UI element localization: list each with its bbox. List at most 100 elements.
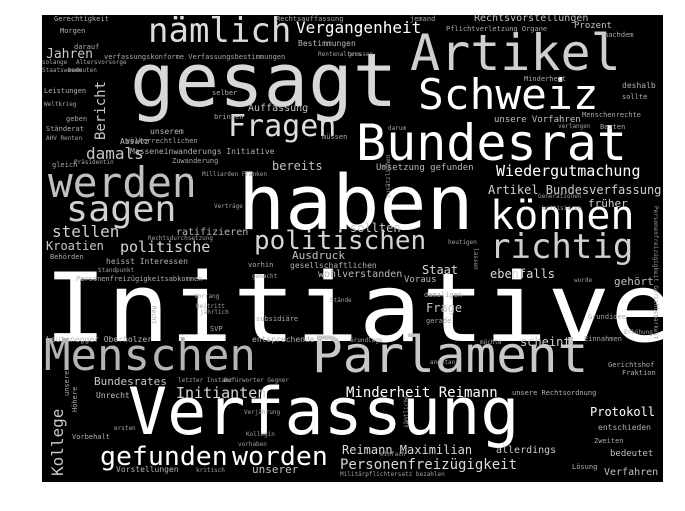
- cloud-word: allerdings: [496, 445, 557, 456]
- cloud-word: Schweiz: [418, 70, 599, 119]
- cloud-word: damaligen: [424, 291, 462, 299]
- cloud-word: möchte: [480, 339, 502, 346]
- cloud-word: unserer: [252, 463, 299, 476]
- cloud-word: Altersvorsorge: [76, 59, 127, 66]
- cloud-word: richtig: [490, 227, 634, 267]
- cloud-word: Milliarden Franken: [202, 171, 268, 178]
- cloud-word: bedeuten: [68, 67, 97, 74]
- cloud-word: grossen: [348, 51, 374, 58]
- cloud-word: geben: [66, 115, 88, 123]
- cloud-word: Prozent: [574, 21, 612, 31]
- cloud-word: Leutenegger Oberholzer: [46, 335, 152, 344]
- cloud-word: Auffassung: [248, 103, 309, 114]
- cloud-word: müssen: [322, 133, 348, 141]
- cloud-word: Personenfreizügigkeitsabkommen: [76, 275, 203, 283]
- cloud-word: Generationen: [538, 193, 582, 200]
- cloud-word: Fraktion: [622, 369, 656, 377]
- cloud-word: gerade: [426, 317, 452, 325]
- cloud-word: Stände: [330, 297, 352, 304]
- cloud-word: Behörden: [50, 253, 84, 261]
- cloud-word: gehört: [614, 275, 654, 288]
- cloud-word: Grundidee: [588, 313, 626, 321]
- cloud-word: Weltkrieg: [44, 101, 77, 108]
- cloud-word: entsprechende: [252, 335, 315, 344]
- cloud-word: Minderheit: [524, 75, 567, 83]
- cloud-word: Rechtsauffassung: [276, 15, 344, 23]
- cloud-word: SVP: [210, 325, 223, 333]
- cloud-word: Militärpflichtersatz bezahlen: [340, 471, 445, 478]
- cloud-word: lassen: [472, 248, 479, 270]
- cloud-word: Vorrang: [194, 293, 220, 300]
- cloud-word: Kollege: [48, 408, 67, 476]
- cloud-word: Kroatien: [46, 239, 104, 253]
- cloud-word: Grundlage: [350, 337, 383, 344]
- cloud-word: Zweiten: [594, 437, 624, 445]
- cloud-word: Befürworter Gegner: [224, 377, 290, 384]
- cloud-word: Verträge: [214, 203, 243, 210]
- cloud-word: Vorstellungen: [116, 465, 179, 474]
- cloud-word: einfach: [380, 451, 406, 458]
- cloud-word: vorhin: [248, 261, 274, 269]
- cloud-word: Erhöhung: [624, 329, 653, 336]
- cloud-word: Standpunkt: [98, 267, 135, 274]
- cloud-word: bedeutet: [610, 449, 654, 459]
- cloud-word: Fragen: [228, 109, 337, 144]
- cloud-word: darum: [388, 125, 407, 132]
- cloud-word: Reimann Maximilian: [342, 443, 473, 457]
- cloud-word: unsere Rechtsordnung: [512, 389, 597, 397]
- cloud-word: kritisch: [196, 467, 225, 474]
- cloud-word: Gerichtshof: [608, 361, 655, 369]
- cloud-word: verlangen: [558, 123, 591, 130]
- cloud-word: jemand: [410, 15, 436, 23]
- cloud-word: unsere: [63, 370, 71, 396]
- cloud-word: Ständerat: [46, 125, 84, 133]
- cloud-word: früher: [588, 197, 628, 210]
- cloud-word: nämlich: [148, 15, 292, 51]
- cloud-word: Unrecht: [96, 391, 130, 400]
- cloud-word: bereits: [272, 159, 323, 173]
- cloud-word: Vorbehalt: [72, 433, 110, 441]
- cloud-word: kritisieren: [542, 205, 582, 212]
- cloud-word: ebenfalls: [490, 267, 556, 281]
- cloud-word: subsidiäre: [256, 315, 299, 323]
- cloud-word: Rechtsvorstellungen: [474, 15, 589, 24]
- cloud-word: Personenfreizügigkeit: [340, 457, 518, 473]
- cloud-word: sämtliche: [403, 395, 410, 428]
- cloud-word: Gerechtigkeit: [54, 15, 109, 23]
- cloud-word: Morgen: [60, 27, 86, 35]
- cloud-word: wurde: [574, 277, 593, 284]
- cloud-word: Masseneinwanderungs Initiative: [130, 147, 275, 156]
- cloud-word: politische: [120, 238, 211, 256]
- word-cloud: Initiative haben gesagt Verfassung Parlament…: [42, 15, 663, 482]
- cloud-word: Bestimmungen: [298, 39, 356, 48]
- cloud-word: deshalb: [622, 81, 656, 90]
- cloud-word: Verfahren: [604, 467, 659, 478]
- cloud-word: Leistungen: [44, 87, 87, 95]
- cloud-word: jährlich: [200, 309, 229, 316]
- cloud-word: Initianten: [176, 384, 267, 402]
- cloud-word: stellen: [52, 222, 120, 241]
- cloud-word: Voraus: [404, 275, 437, 285]
- cloud-word: Höhere: [71, 386, 79, 412]
- cloud-word: solange: [42, 59, 68, 66]
- cloud-word: unserem: [150, 127, 184, 136]
- cloud-word: ersten: [114, 425, 136, 432]
- cloud-word: scheint: [520, 335, 571, 349]
- cloud-word: Verjährung: [244, 409, 281, 416]
- cloud-word: Kollegin: [246, 431, 275, 438]
- cloud-word: Recht: [150, 306, 157, 325]
- cloud-word: Rechtsdurchsetzung: [148, 235, 214, 242]
- cloud-word: angetan: [430, 359, 456, 366]
- cloud-word: gemacht: [252, 273, 278, 280]
- cloud-word: Lösung: [572, 463, 598, 471]
- cloud-word: bringen: [214, 113, 244, 121]
- cloud-word: Frage: [426, 301, 463, 315]
- cloud-word: Bericht: [93, 80, 109, 140]
- cloud-word: Besten: [600, 123, 626, 131]
- cloud-word: Pflichtverletzung Organe: [446, 25, 548, 33]
- cloud-word: Präsidentin: [74, 159, 114, 166]
- cloud-word: heutigen: [448, 239, 477, 246]
- cloud-word: Personenfreizügigkeit Gerichtsbarkeit: [652, 206, 659, 340]
- cloud-word: entschieden: [598, 423, 651, 432]
- cloud-word: Ausdruck: [292, 249, 345, 262]
